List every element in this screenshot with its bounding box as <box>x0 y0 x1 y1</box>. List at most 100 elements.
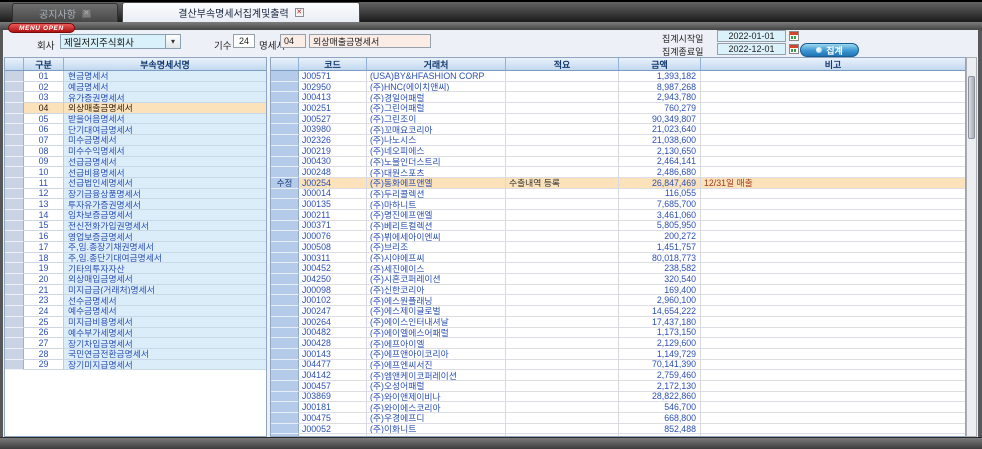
right-table-row[interactable]: J00571(USA)BY&HFASHION CORP1,393,182 <box>271 71 965 82</box>
left-table-row[interactable]: 14임차보증금명세서 <box>5 210 266 221</box>
left-table-row[interactable]: 21미지급금(거래처)명세서 <box>5 285 266 296</box>
left-table-row[interactable]: 02예금명세서 <box>5 82 266 93</box>
statement-code-input[interactable]: 04 <box>280 34 306 48</box>
left-table-row[interactable]: 09선급금명세서 <box>5 157 266 168</box>
right-table-row[interactable]: J04142(주)엠앤케이코퍼레이션2,759,460 <box>271 370 965 381</box>
right-table-row[interactable]: J00251(주)그린어패럴760,279 <box>271 103 965 114</box>
cell-note <box>701 306 965 317</box>
right-table-row[interactable]: J04477(주)에프엔씨서진70,141,390 <box>271 360 965 371</box>
cell-code: 18 <box>24 253 64 264</box>
right-table-row[interactable]: J00508(주)브리조1,451,757 <box>271 242 965 253</box>
period-input[interactable]: 24 <box>233 34 255 48</box>
left-table-row[interactable]: 18주,임.종단기대여금명세서 <box>5 253 266 264</box>
cell-code: J00311 <box>299 253 367 264</box>
left-table-row[interactable]: 11선급법인세명세서 <box>5 178 266 189</box>
cell-status <box>271 295 299 306</box>
left-table-row[interactable]: 19기타의투자자산 <box>5 263 266 274</box>
left-table-row[interactable]: 16영업보증금명세서 <box>5 231 266 242</box>
cell-note <box>701 124 965 135</box>
left-table-row[interactable]: 05받을어음명세서 <box>5 114 266 125</box>
cell-description <box>506 263 619 274</box>
company-select[interactable]: 제일저지주식회사 ▾ <box>60 34 181 49</box>
calendar-icon[interactable] <box>789 31 799 41</box>
right-table-row[interactable]: J00311(주)시야에프씨80,018,773 <box>271 253 965 264</box>
right-table-row[interactable]: J00457(주)오성어패럴2,172,130 <box>271 381 965 392</box>
left-table-row[interactable]: 04외상매출금명세서 <box>5 103 266 114</box>
left-table-row[interactable]: 12장기금융상품명세서 <box>5 189 266 200</box>
right-table-row[interactable]: J00371(주)베리트컬렉션5,805,950 <box>271 221 965 232</box>
end-date-input[interactable]: 2022-12-01 <box>717 43 786 55</box>
left-table-header: 구분 부속명세서명 <box>5 58 266 71</box>
left-table-row[interactable]: 08미수수익명세서 <box>5 146 266 157</box>
left-table-row[interactable]: 29장기미지급명세서 <box>5 360 266 371</box>
right-table-row[interactable]: J00014(주)두리콜렉션116,055 <box>271 189 965 200</box>
aggregate-button[interactable]: 집계 <box>800 43 859 57</box>
left-table-row[interactable]: 20외상매입금명세서 <box>5 274 266 285</box>
left-table-row[interactable]: 25미지급비용명세서 <box>5 317 266 328</box>
left-table-row[interactable]: 26예수부가세명세서 <box>5 328 266 339</box>
right-table-row[interactable]: J00452(주)세진에이스238,582 <box>271 263 965 274</box>
right-table-row[interactable]: J00264(주)에이스인터내셔날17,437,180 <box>271 317 965 328</box>
right-table-row[interactable]: J00143(주)에프앤아이코리아1,149,729 <box>271 349 965 360</box>
row-gutter <box>5 242 24 253</box>
right-table-row[interactable]: J00219(주)네오피에스2,130,650 <box>271 146 965 157</box>
left-table-row[interactable]: 23선수금명세서 <box>5 295 266 306</box>
right-table-row[interactable]: J03869(주)와이앤제이비나28,822,860 <box>271 392 965 403</box>
right-table-row[interactable]: J00102(주)에스원플래닝2,960,100 <box>271 295 965 306</box>
tab-close-icon[interactable]: ✕ <box>82 9 91 18</box>
left-table-row[interactable]: 07미수금명세서 <box>5 135 266 146</box>
right-table-row[interactable]: J00248(주)대원스포츠2,486,680 <box>271 167 965 178</box>
right-table-row[interactable]: J00247(주)에스제이글로벌14,654,222 <box>271 306 965 317</box>
cell-statement-name: 국민연금전환금명세서 <box>64 349 266 360</box>
cell-status <box>271 157 299 168</box>
right-table-row[interactable]: J00181(주)와이에스코리아546,700 <box>271 402 965 413</box>
cell-code: J00143 <box>299 349 367 360</box>
tab-notice[interactable]: 공지사항 ✕ <box>12 3 118 22</box>
right-table-row[interactable]: J00135(주)마하니트7,685,700 <box>271 199 965 210</box>
right-table-row[interactable]: J00482(주)에이엘에스어패럴1,173,150 <box>271 328 965 339</box>
right-table-row[interactable]: J00052(주)이화니트852,488 <box>271 424 965 435</box>
cell-code: 12 <box>24 189 64 200</box>
right-table-row[interactable]: J00527(주)그린조이90,349,807 <box>271 114 965 125</box>
right-table-row[interactable]: J03980(주)꼬매요코리아21,023,640 <box>271 124 965 135</box>
menu-open-badge[interactable]: MENU OPEN <box>8 23 75 33</box>
scrollbar-thumb[interactable] <box>968 76 975 139</box>
left-table-row[interactable]: 27장기차입금명세서 <box>5 338 266 349</box>
right-table-row[interactable]: J00413(주)경일어패럴2,943,780 <box>271 92 965 103</box>
cell-code: J02950 <box>299 82 367 93</box>
left-table-row[interactable]: 13투자유가증권명세서 <box>5 199 266 210</box>
cell-note <box>701 114 965 125</box>
right-table-row[interactable]: 수정J00254(주)동화에프앤엘수출내역 등록26,847,46912/31일… <box>271 178 965 189</box>
left-table-row[interactable]: 15전신전화가입권명세서 <box>5 221 266 232</box>
left-table-row[interactable]: 01현금명세서 <box>5 71 266 82</box>
chevron-down-icon[interactable]: ▾ <box>165 35 180 48</box>
left-table-row[interactable]: 03유가증권명세서 <box>5 92 266 103</box>
right-table-row[interactable]: J00211(주)명진에프앤엘3,461,060 <box>271 210 965 221</box>
calendar-icon[interactable] <box>789 44 799 54</box>
right-table-row[interactable]: J02950(주)HNC(에이치앤씨)8,987,268 <box>271 82 965 93</box>
right-table-row[interactable]: J00475(주)우경에프디668,800 <box>271 413 965 424</box>
right-table-row[interactable]: J04250(주)시혼코퍼레이션320,540 <box>271 274 965 285</box>
left-table-row[interactable]: 10선급비용명세서 <box>5 167 266 178</box>
right-table-row[interactable]: J00430(주)노블인더스트리2,464,141 <box>271 157 965 168</box>
cell-vendor: (주)에이엘에스어패럴 <box>367 328 506 339</box>
tab-settlement-report[interactable]: 결산부속명세서집계및출력 ✕ <box>122 2 360 22</box>
right-table-row[interactable]: J00098(주)신한코리아169,400 <box>271 285 965 296</box>
cell-status <box>271 413 299 424</box>
left-table-row[interactable]: 24예수금명세서 <box>5 306 266 317</box>
cell-status <box>271 349 299 360</box>
right-table-row[interactable]: J00428(주)에프아이엘2,129,600 <box>271 338 965 349</box>
company-select-value: 제일저지주식회사 <box>61 35 165 49</box>
tab-close-icon[interactable]: ✕ <box>295 8 304 17</box>
cell-description <box>506 221 619 232</box>
left-table-row[interactable]: 06단기대여금명세서 <box>5 124 266 135</box>
vertical-scrollbar[interactable] <box>966 57 977 437</box>
right-table-row[interactable]: J00076(주)뷔에세아이엔씨200,272 <box>271 231 965 242</box>
right-table-row[interactable]: J02326(주)나노시스21,038,600 <box>271 135 965 146</box>
cell-description <box>506 285 619 296</box>
cell-amount: 14,654,222 <box>619 306 701 317</box>
start-date-input[interactable]: 2022-01-01 <box>717 30 786 42</box>
left-table-row[interactable]: 28국민연금전환금명세서 <box>5 349 266 360</box>
statement-name-input[interactable]: 외상매출금명세서 <box>309 34 431 48</box>
left-table-row[interactable]: 17주,임.종장기채권명세서 <box>5 242 266 253</box>
